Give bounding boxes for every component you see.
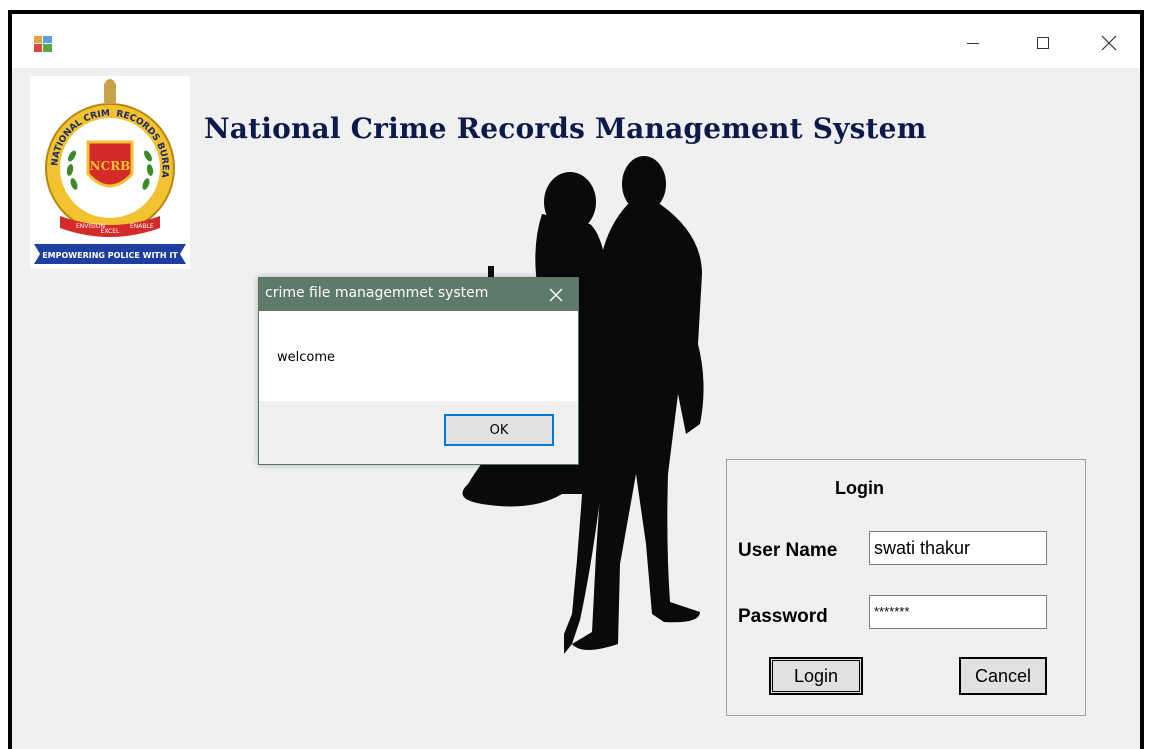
minimize-icon [967,43,979,44]
close-button[interactable] [1094,28,1124,58]
window-titlebar[interactable] [12,14,1140,68]
cancel-button[interactable]: Cancel [959,657,1047,695]
logo-center-text: NCRB [90,159,131,173]
close-icon [549,288,563,302]
logo-banner-text: EMPOWERING POLICE WITH IT [42,251,178,260]
login-title: Login [835,478,884,498]
message-dialog: crime file managemmet system welcome OK [258,277,579,465]
dialog-titlebar[interactable]: crime file managemmet system [259,278,578,311]
ok-button[interactable]: OK [444,414,554,446]
page-title: National Crime Records Management System [204,112,927,145]
dialog-message: welcome [277,350,336,365]
screen: NATIONAL CRIME RECORDS BUREAU [0,0,1154,749]
logo-motto-right: ENABLE [130,223,154,230]
username-label: User Name [738,540,838,561]
minimize-button[interactable] [958,28,988,58]
dialog-close-button[interactable] [538,280,574,310]
dialog-footer: OK [259,401,578,464]
password-input[interactable] [869,595,1047,629]
login-button[interactable]: Login [769,657,863,695]
password-label: Password [738,606,828,627]
username-input[interactable] [869,531,1047,565]
login-groupbox: Login User Name Password Login Cancel [726,459,1086,716]
maximize-icon [1037,37,1049,49]
close-icon [1101,35,1117,51]
app-icon [34,36,52,52]
dialog-title: crime file managemmet system [265,285,489,301]
ncrb-logo: NATIONAL CRIME RECORDS BUREAU [26,69,190,269]
logo-motto-center: EXCEL [101,228,120,235]
ncrb-emblem-icon: NATIONAL CRIME RECORDS BUREAU [26,69,186,264]
maximize-button[interactable] [1028,28,1058,58]
